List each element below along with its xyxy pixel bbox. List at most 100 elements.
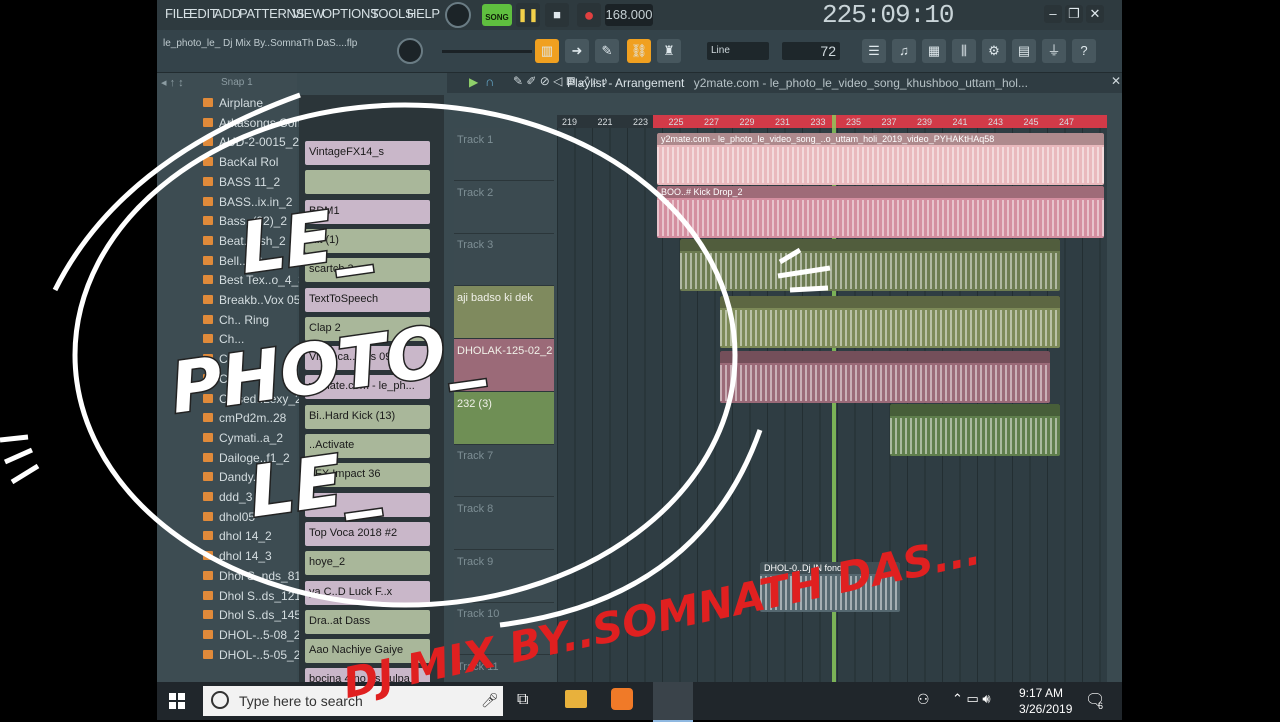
record-icon[interactable]: ● (577, 3, 601, 27)
play-icon[interactable]: ▶ (469, 75, 478, 89)
track-header[interactable]: 232 (3) (454, 391, 554, 445)
tempo-display[interactable]: 168.000 (605, 4, 653, 26)
browser-nav[interactable]: ◂ ↑ ↕ (161, 76, 184, 89)
browser-item[interactable]: BacKal Rol (157, 152, 297, 172)
channel-button[interactable]: ..FX Impact 36 (305, 463, 430, 488)
channel-button[interactable]: Dra..at Dass (305, 609, 430, 634)
browser-item[interactable]: Dandy.. (157, 467, 297, 487)
browser-item[interactable]: Best Tex..o_4_3 (157, 270, 305, 290)
browser-item[interactable]: Ch.. Ring (157, 310, 297, 330)
browser-item[interactable]: Dhol S..ds_145 (157, 605, 301, 625)
menu-view[interactable]: VIEW (292, 6, 324, 21)
song-mode-toggle[interactable]: SONG (482, 4, 512, 26)
stop-icon[interactable]: ■ (545, 3, 569, 27)
plugin-icon[interactable]: ⚙ (982, 39, 1006, 63)
pause-icon[interactable]: ❚❚ (516, 3, 540, 27)
snap-label[interactable]: Snap 1 (221, 77, 253, 88)
master-slider[interactable] (442, 50, 532, 53)
step-value-field[interactable]: 72 (782, 42, 840, 60)
browser-item[interactable]: cmPd2m..28 (157, 408, 297, 428)
fl-studio-task-icon[interactable] (653, 682, 693, 722)
close-icon[interactable]: ✕ (1086, 5, 1104, 23)
track-header[interactable]: Track 9 (454, 550, 554, 603)
piano-roll-icon[interactable]: ♫ (892, 39, 916, 63)
playlist-icon[interactable]: ☰ (862, 39, 886, 63)
main-pitch-knob[interactable] (397, 38, 423, 64)
browser-item[interactable]: Closed..Lexy_2 (157, 389, 302, 409)
file-explorer-icon[interactable] (565, 690, 587, 708)
pencil-icon[interactable]: ✎ (595, 39, 619, 63)
browser-item[interactable]: Beat..nish_2 (157, 231, 297, 251)
browser-item[interactable]: BASS..ix.in_2 (157, 192, 297, 212)
loop-region[interactable] (653, 115, 1107, 129)
browser-item[interactable]: Ch... (157, 349, 297, 369)
minimize-icon[interactable]: – (1044, 5, 1062, 23)
track-header[interactable]: aji badso ki dek (454, 286, 554, 340)
track-header[interactable]: Track 2 (454, 181, 554, 234)
help-icon[interactable]: ? (1072, 39, 1096, 63)
audio-clip[interactable]: BOO..# Kick Drop_2 (657, 186, 1104, 238)
windows-start-icon[interactable] (169, 693, 185, 709)
arrow-right-icon[interactable]: ➜ (565, 39, 589, 63)
audio-clip[interactable] (720, 296, 1060, 348)
link-icon[interactable]: ⛓ (627, 39, 651, 63)
tray-icons[interactable]: ⌃ ▭ 🔊︎ (952, 691, 991, 707)
menu-options[interactable]: OPTIONS (322, 6, 379, 21)
channel-button[interactable]: Aao Nachiye Gaiye (305, 639, 430, 664)
menu-add[interactable]: ADD (214, 6, 241, 21)
browser-item[interactable]: Breakb..Vox 05 (157, 290, 300, 310)
track-header[interactable]: Track 7 (454, 444, 554, 498)
browser-item[interactable]: Dhol S..ds_121 (157, 586, 301, 606)
channel-button[interactable]: ..Activate (305, 434, 430, 458)
channel-button[interactable]: Hit (1) (305, 228, 430, 253)
snap-mode-select[interactable]: Line (707, 42, 769, 60)
audio-clip[interactable] (890, 404, 1060, 456)
maximize-icon[interactable]: ❐ (1065, 5, 1083, 23)
channel-button[interactable]: VintageFX14_s (305, 141, 430, 165)
browser-item[interactable]: Arkasongs.Com (157, 113, 304, 133)
browser-item[interactable]: dhol05 (157, 507, 297, 527)
track-header[interactable]: Track 11 (454, 655, 554, 682)
browser-item[interactable]: dhol 14_2 (157, 526, 297, 546)
channel-button[interactable]: scartch 3 (305, 258, 430, 283)
channel-button[interactable]: bocina 4 no es culpa (305, 668, 430, 682)
uc-browser-icon[interactable] (611, 688, 633, 710)
browser-item[interactable]: Bass..(22)_2 (157, 211, 297, 231)
channel-button[interactable]: Bi..Hard Kick (13) (305, 404, 430, 429)
channel-button[interactable]: Vi..Voca..hots 09 (305, 346, 430, 371)
browser-item[interactable]: Dailoge..f1_2 (157, 448, 297, 468)
audio-clip[interactable]: DHOL-0..Dj IN fonda (760, 562, 900, 612)
browser-item[interactable]: Ch... (157, 329, 297, 349)
browser-item[interactable]: AUD-2-0015_2 (157, 132, 299, 152)
browser-item[interactable]: Ch... (157, 369, 297, 389)
playlist-close-icon[interactable]: ✕ (1111, 74, 1121, 88)
channel-button[interactable]: Top Voca 2018 #2 (305, 521, 430, 546)
people-icon[interactable]: ⚇ (917, 691, 930, 708)
channel-button[interactable] (305, 170, 430, 195)
menu-file[interactable]: FILE (165, 6, 192, 21)
browser-icon[interactable]: ▤ (1012, 39, 1036, 63)
stamp-icon[interactable]: ♜ (657, 39, 681, 63)
channel-button[interactable]: BDM1 (305, 199, 430, 224)
menu-help[interactable]: HELP (407, 6, 440, 21)
browser-item[interactable]: DHOL-..5-08_2 (157, 625, 300, 645)
task-view-icon[interactable]: ⧉ (517, 691, 528, 709)
browser-item[interactable]: DHOL-..5-05_2 (157, 645, 300, 665)
channel-button[interactable]: Clap 2 (305, 316, 430, 341)
channel-button[interactable]: TextToSpeech (305, 287, 430, 312)
channel-rack-icon[interactable]: ▦ (922, 39, 946, 63)
channel-button[interactable]: hoye_2 (305, 551, 430, 576)
track-header[interactable]: Track 3 (454, 233, 554, 287)
mixer-icon[interactable]: ⫼ (952, 39, 976, 63)
channel-button[interactable]: y2mate.com - le_ph... (305, 375, 430, 400)
channel-button[interactable]: ya C..D Luck F..x (305, 580, 430, 605)
channel-button[interactable]: .. (305, 492, 430, 517)
piano-icon[interactable]: ▥ (535, 39, 559, 63)
browser-item[interactable]: ddd_3 (157, 487, 297, 507)
browser-item[interactable]: Bell..._2 (157, 251, 297, 271)
track-header[interactable]: DHOLAK-125-02_2 (454, 338, 554, 392)
track-header[interactable]: Track 1 (454, 128, 554, 181)
browser-item[interactable]: Dhol S..nds_81 (157, 566, 301, 586)
browser-item[interactable]: Cymati..a_2 (157, 428, 297, 448)
taskbar-search[interactable]: Type here to search 🎤︎ (203, 686, 503, 716)
